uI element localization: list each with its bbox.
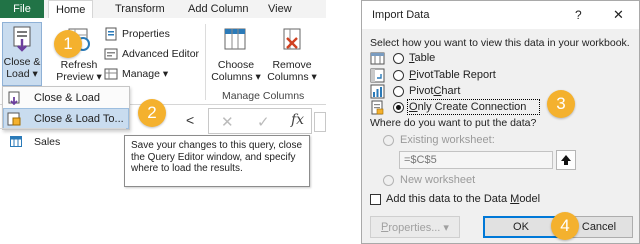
- radio-existing-worksheet[interactable]: [383, 135, 394, 146]
- close-and-load-to-icon: [4, 109, 24, 128]
- callout-4: 4: [551, 212, 579, 240]
- tab-home[interactable]: Home: [48, 0, 94, 19]
- group-label-manage-columns: Manage Columns: [222, 90, 305, 102]
- radio-table[interactable]: [393, 53, 404, 64]
- pivottable-icon: [370, 68, 385, 83]
- ok-button[interactable]: OK: [483, 216, 559, 238]
- query-name: Sales: [34, 136, 61, 148]
- remove-columns-button[interactable]: Remove Columns ▾: [264, 22, 320, 84]
- tab-add-column[interactable]: Add Column: [188, 0, 249, 18]
- advanced-editor-icon: [104, 48, 118, 60]
- group-divider: [205, 24, 206, 100]
- advanced-editor-button[interactable]: Advanced Editor: [104, 46, 204, 62]
- option-only-create-connection[interactable]: Only Create Connection: [368, 99, 568, 116]
- tab-transform[interactable]: Transform: [115, 0, 165, 18]
- choose-columns-button[interactable]: Choose Columns ▾: [208, 22, 264, 84]
- close-and-load-icon: [13, 26, 31, 52]
- help-icon[interactable]: ?: [575, 8, 582, 22]
- ribbon-tab-bar: Home Transform Add Column View: [44, 0, 326, 19]
- radio-only-create-connection[interactable]: [393, 102, 404, 113]
- table-icon: [10, 136, 22, 147]
- radio-pivotchart[interactable]: [393, 86, 404, 97]
- menu-item-label: Close & Load: [34, 91, 101, 104]
- refresh-label: Refresh: [60, 59, 98, 71]
- data-model-checkbox[interactable]: [370, 194, 381, 205]
- close-and-load-button[interactable]: Close & Load ▾: [2, 22, 42, 86]
- properties-dropdown-button[interactable]: Properties... ▾: [370, 216, 460, 238]
- range-picker-button[interactable]: [556, 150, 576, 170]
- formula-bar-edge: [314, 112, 326, 132]
- data-model-label: Add this data to the Data Model: [386, 193, 541, 205]
- remove-label: Remove: [272, 59, 312, 71]
- close-and-load-menu: Close & Load Close & Load To...: [2, 86, 130, 130]
- collapse-queries-icon[interactable]: <: [186, 112, 194, 128]
- properties-button[interactable]: Properties: [104, 26, 200, 42]
- close-and-load-label: Close &: [3, 56, 41, 68]
- choose-columns-icon: [224, 28, 246, 50]
- manage-button[interactable]: Manage ▾: [104, 66, 184, 82]
- preview-label: Preview ▾: [56, 71, 102, 83]
- range-input[interactable]: =$C$5: [399, 151, 553, 169]
- callout-1: 1: [54, 30, 82, 58]
- view-prompt-label: Select how you want to view this data in…: [370, 37, 630, 49]
- pivotchart-icon: [370, 84, 385, 99]
- tab-view[interactable]: View: [268, 0, 292, 18]
- menu-item-close-and-load-to[interactable]: Close & Load To...: [3, 108, 129, 129]
- table-option-icon: [370, 52, 385, 65]
- choose-label: Choose: [217, 59, 255, 71]
- fx-icon[interactable]: fx: [291, 112, 304, 128]
- manage-icon: [104, 68, 118, 80]
- menu-item-close-and-load[interactable]: Close & Load: [4, 88, 128, 107]
- radio-new-worksheet[interactable]: [383, 175, 394, 186]
- query-item-sales[interactable]: Sales: [6, 134, 116, 150]
- close-and-load-to-tooltip: Save your changes to this query, close t…: [124, 135, 310, 187]
- properties-icon: [105, 27, 117, 41]
- connection-icon: [371, 100, 384, 115]
- callout-3: 3: [547, 90, 575, 118]
- file-tab[interactable]: File: [0, 0, 44, 18]
- choose-columns-label: Columns ▾: [211, 71, 261, 83]
- radio-pivottable-report[interactable]: [393, 70, 404, 81]
- existing-worksheet-label: Existing worksheet:: [400, 134, 495, 146]
- remove-columns-label: Columns ▾: [267, 71, 317, 83]
- close-and-load-small-icon: [4, 88, 24, 107]
- close-and-load-label-2: Load ▾: [6, 68, 38, 80]
- confirm-formula-icon[interactable]: ✓: [257, 113, 270, 131]
- advanced-editor-label: Advanced Editor: [122, 48, 200, 60]
- dialog-title: Import Data: [372, 9, 430, 21]
- callout-2: 2: [138, 99, 166, 127]
- cancel-formula-icon[interactable]: ✕: [221, 113, 234, 131]
- formula-bar: ✕ ✓ fx: [208, 108, 312, 134]
- tooltip-text: Save your changes to this query, close t…: [131, 140, 303, 174]
- remove-columns-icon: [283, 28, 301, 50]
- properties-label: Properties: [122, 28, 170, 40]
- new-worksheet-label: New worksheet: [400, 174, 476, 186]
- option-table[interactable]: Table: [368, 51, 568, 67]
- option-pivottable-report[interactable]: PivotTable Report: [368, 68, 568, 84]
- close-icon[interactable]: ✕: [613, 7, 624, 23]
- put-prompt-label: Where do you want to put the data?: [370, 117, 537, 129]
- collapse-dialog-icon: [561, 155, 571, 165]
- option-pivotchart[interactable]: PivotChart: [368, 84, 568, 100]
- manage-label: Manage ▾: [122, 68, 169, 80]
- pane-divider: [0, 128, 126, 129]
- menu-item-label: Close & Load To...: [34, 112, 124, 125]
